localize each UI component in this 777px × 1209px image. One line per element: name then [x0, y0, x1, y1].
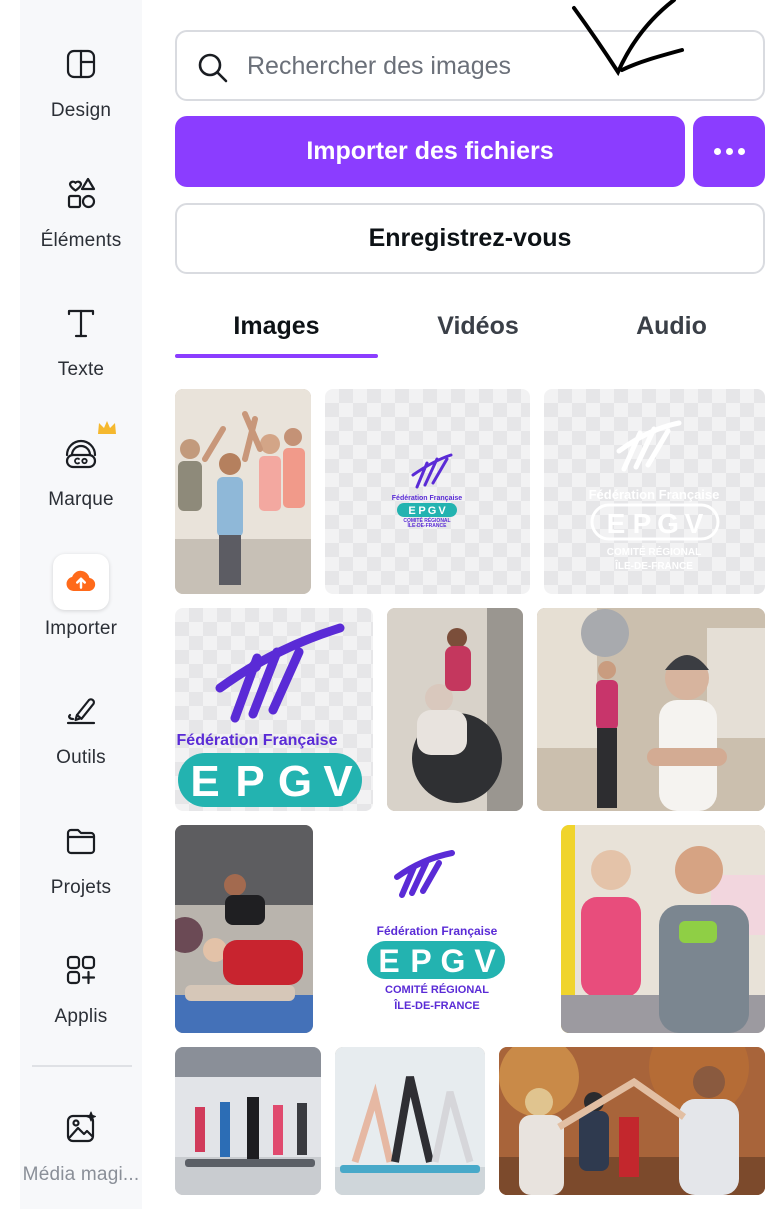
logo-letter-v: V [474, 943, 496, 979]
tab-audio[interactable]: Audio [578, 296, 765, 356]
logo-letter-g: G [441, 943, 466, 979]
logo-letter-v: V [323, 757, 353, 806]
image-thumbnail[interactable] [561, 825, 765, 1033]
sidebar-item-label: Importer [44, 618, 118, 639]
sidebar: Design Éléments Texte Marque Importer Ou… [20, 0, 142, 1209]
logo-white-thumbnail[interactable]: Fédération Française E P G V COMITÉ RÉGI… [544, 389, 765, 594]
tab-images[interactable]: Images [175, 296, 378, 356]
sidebar-item-label: Outils [56, 747, 106, 768]
more-dots-icon [737, 148, 745, 155]
sidebar-item-tools[interactable]: Outils [20, 691, 142, 801]
magic-media-icon [61, 1108, 101, 1148]
image-thumbnail[interactable] [387, 608, 523, 811]
logo-letter-e: E [190, 757, 219, 806]
logo-committee-text: COMITÉ RÉGIONAL [385, 983, 489, 996]
logo-letter-g: G [657, 508, 679, 539]
sidebar-item-label: Média magi... [22, 1164, 140, 1185]
logo-letter-p: P [410, 943, 431, 979]
more-dots-icon [725, 148, 733, 155]
sidebar-item-text[interactable]: Texte [20, 303, 142, 413]
logo-committee-text: COMITÉ RÉGIONAL [607, 545, 701, 558]
folder-icon [61, 821, 101, 861]
upload-cloud-icon [53, 554, 109, 610]
checkmark-annotation-icon [572, 0, 684, 77]
draw-tools-icon [61, 691, 101, 731]
layout-icon [61, 44, 101, 84]
image-thumbnail[interactable] [537, 608, 765, 811]
logo-federation-text: Fédération Française [392, 495, 463, 502]
logo-letter-e: E [378, 943, 399, 979]
import-files-button[interactable]: Importer des fichiers [175, 116, 685, 187]
sidebar-item-elements[interactable]: Éléments [20, 174, 142, 284]
logo-letter-g: G [428, 505, 437, 517]
logo-region-text: ÎLE-DE-FRANCE [614, 559, 693, 572]
sidebar-item-magic-media[interactable]: Média magi... [20, 1108, 142, 1209]
logo-letter-e: E [607, 508, 626, 539]
apps-icon [61, 950, 101, 990]
more-dots-icon [713, 148, 721, 155]
image-thumbnail[interactable] [335, 1047, 485, 1195]
logo-region-text: ÎLE-DE-FRANCE [407, 521, 448, 529]
image-thumbnail[interactable] [175, 1047, 321, 1195]
image-thumbnail[interactable] [175, 389, 311, 594]
logo-region-text: ÎLE-DE-FRANCE [393, 999, 480, 1012]
sidebar-item-brand[interactable]: Marque [20, 421, 142, 543]
logo-letter-e: E [408, 505, 415, 517]
crown-icon [98, 421, 116, 434]
logo-federation-text: Fédération Française [177, 732, 338, 749]
media-tabs: Images Vidéos Audio [175, 296, 765, 360]
logo-letter-v: V [685, 508, 704, 539]
logo-thumbnail[interactable]: Fédération Française E P G V COMITÉ RÉGI… [325, 389, 530, 594]
sidebar-divider [32, 1065, 132, 1067]
logo-letter-p: P [235, 757, 264, 806]
logo-federation-text: Fédération Française [589, 487, 720, 502]
logo-letter-v: V [438, 505, 446, 517]
text-icon [61, 303, 101, 343]
sidebar-item-label: Éléments [40, 230, 122, 251]
register-button[interactable]: Enregistrez-vous [175, 203, 765, 274]
search-icon [195, 50, 231, 86]
shapes-icon [61, 174, 101, 214]
logo-letter-p: P [633, 508, 652, 539]
sidebar-item-label: Projets [50, 877, 112, 898]
logo-letter-g: G [278, 757, 312, 806]
sidebar-item-upload[interactable]: Importer [20, 554, 142, 672]
more-options-button[interactable] [693, 116, 765, 187]
logo-federation-text: Fédération Française [377, 924, 498, 938]
logo-thumbnail[interactable]: Fédération Française E P G V COMITÉ RÉGI… [327, 825, 547, 1033]
logo-letter-p: P [418, 505, 425, 517]
sidebar-item-projects[interactable]: Projets [20, 821, 142, 931]
sidebar-item-label: Design [50, 100, 112, 121]
logo-thumbnail[interactable]: Fédération Française E P G V [175, 608, 373, 811]
image-thumbnail[interactable] [175, 825, 313, 1033]
tab-videos[interactable]: Vidéos [378, 296, 578, 356]
active-tab-indicator [175, 354, 378, 358]
sidebar-item-design[interactable]: Design [20, 44, 142, 154]
sidebar-item-label: Texte [57, 359, 105, 380]
sidebar-item-apps[interactable]: Applis [20, 950, 142, 1060]
sidebar-item-label: Marque [48, 489, 114, 510]
brand-icon [61, 433, 101, 473]
sidebar-item-label: Applis [54, 1006, 108, 1027]
image-thumbnail[interactable] [499, 1047, 765, 1195]
